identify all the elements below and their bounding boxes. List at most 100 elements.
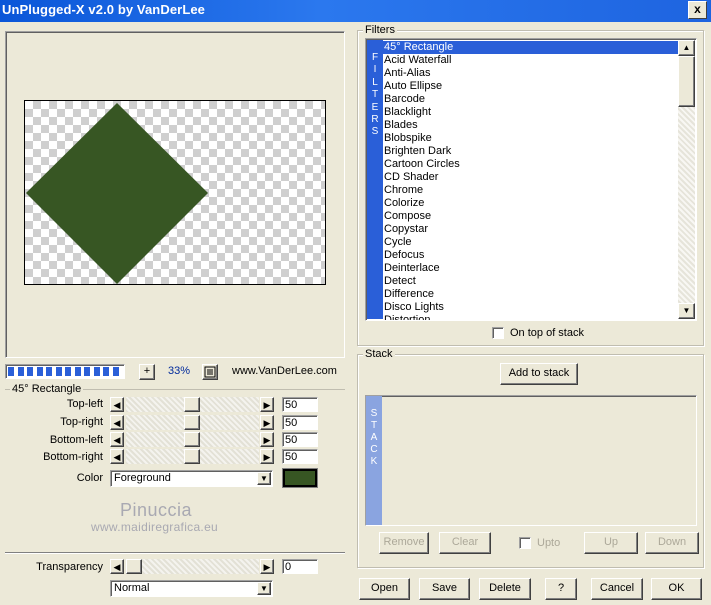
- arrow-right-icon[interactable]: ▶: [260, 415, 274, 430]
- slider-thumb[interactable]: [126, 559, 142, 574]
- filter-list-item[interactable]: Brighten Dark: [383, 145, 679, 158]
- filter-list-item[interactable]: Chrome: [383, 184, 679, 197]
- scroll-down-icon[interactable]: ▼: [678, 303, 695, 319]
- arrow-right-icon[interactable]: ▶: [260, 449, 274, 464]
- color-swatch[interactable]: [282, 468, 318, 488]
- slider-thumb[interactable]: [184, 415, 200, 430]
- bottom-right-value[interactable]: 50: [282, 449, 318, 464]
- filters-band: FILTERS: [367, 40, 383, 319]
- slider-label: Bottom-left: [49, 434, 103, 446]
- chevron-down-icon[interactable]: ▼: [257, 582, 271, 595]
- color-select-value: Foreground: [114, 472, 171, 484]
- upto-checkbox[interactable]: [519, 537, 531, 549]
- ok-button[interactable]: OK: [651, 578, 702, 600]
- filter-list-item[interactable]: Cartoon Circles: [383, 158, 679, 171]
- watermark-url: www.maidiregrafica.eu: [91, 520, 219, 534]
- filter-list-item[interactable]: Copystar: [383, 223, 679, 236]
- bottom-left-slider[interactable]: ◀ ▶: [110, 432, 275, 447]
- stack-band-letter: T: [370, 420, 378, 431]
- arrow-right-icon[interactable]: ▶: [260, 432, 274, 447]
- filters-list[interactable]: FILTERS 45° Rectangle Acid Waterfall Anti-…: [365, 38, 697, 321]
- filter-list-item[interactable]: 45° Rectangle: [383, 41, 679, 54]
- watermark-title: Pinuccia: [120, 500, 193, 520]
- filter-list-item[interactable]: Colorize: [383, 197, 679, 210]
- zoom-level: 33%: [167, 365, 191, 377]
- preview-canvas[interactable]: [24, 100, 326, 285]
- progress-segment: [84, 367, 90, 376]
- filters-scrollbar[interactable]: ▲ ▼: [678, 40, 695, 319]
- filter-list-item[interactable]: CD Shader: [383, 171, 679, 184]
- blend-mode-select[interactable]: Normal ▼: [110, 580, 273, 597]
- filter-list-item[interactable]: Deinterlace: [383, 262, 679, 275]
- slider-thumb[interactable]: [184, 397, 200, 412]
- render-progress-bar: [5, 364, 125, 379]
- progress-segment: [103, 367, 109, 376]
- arrow-left-icon[interactable]: ◀: [110, 397, 124, 412]
- add-to-stack-button[interactable]: Add to stack: [500, 363, 578, 385]
- slider-thumb[interactable]: [184, 432, 200, 447]
- down-button[interactable]: Down: [645, 532, 699, 554]
- filter-list-item[interactable]: Cycle: [383, 236, 679, 249]
- close-button[interactable]: x: [688, 1, 707, 19]
- filter-list-item[interactable]: Compose: [383, 210, 679, 223]
- arrow-right-icon[interactable]: ▶: [260, 559, 274, 574]
- filter-list-item[interactable]: Auto Ellipse: [383, 80, 679, 93]
- top-right-slider[interactable]: ◀ ▶: [110, 415, 275, 430]
- filter-list-item[interactable]: Blacklight: [383, 106, 679, 119]
- arrow-left-icon[interactable]: ◀: [110, 415, 124, 430]
- filter-list-item[interactable]: Blobspike: [383, 132, 679, 145]
- filters-band-letter: R: [371, 114, 379, 126]
- arrow-left-icon[interactable]: ◀: [110, 559, 124, 574]
- bottom-left-value[interactable]: 50: [282, 432, 318, 447]
- open-button[interactable]: Open: [359, 578, 410, 600]
- parameters-title: 45° Rectangle: [10, 383, 84, 395]
- arrow-left-icon[interactable]: ◀: [110, 432, 124, 447]
- website-link[interactable]: www.VanDerLee.com: [232, 365, 337, 377]
- filter-list-item[interactable]: Detect: [383, 275, 679, 288]
- slider-label: Top-right: [60, 416, 103, 428]
- progress-segment: [55, 367, 62, 376]
- top-left-slider[interactable]: ◀ ▶: [110, 397, 275, 412]
- clear-button[interactable]: Clear: [439, 532, 491, 554]
- filter-list-item[interactable]: Defocus: [383, 249, 679, 262]
- filter-list-item[interactable]: Difference: [383, 288, 679, 301]
- bottom-right-slider[interactable]: ◀ ▶: [110, 449, 275, 464]
- filters-title: Filters: [363, 24, 397, 36]
- remove-button[interactable]: Remove: [379, 532, 429, 554]
- filter-list-item[interactable]: Anti-Alias: [383, 67, 679, 80]
- stack-list[interactable]: STACK: [365, 395, 697, 526]
- top-left-value[interactable]: 50: [282, 397, 318, 412]
- chevron-down-icon[interactable]: ▼: [257, 472, 271, 485]
- slider-thumb[interactable]: [184, 449, 200, 464]
- top-right-value[interactable]: 50: [282, 415, 318, 430]
- upto-label: Upto: [537, 537, 561, 549]
- cancel-button[interactable]: Cancel: [591, 578, 643, 600]
- help-button[interactable]: ?: [545, 578, 577, 600]
- filters-band-letter: S: [371, 126, 379, 138]
- delete-button[interactable]: Delete: [479, 578, 531, 600]
- arrow-left-icon[interactable]: ◀: [110, 449, 124, 464]
- progress-segment: [17, 367, 24, 376]
- transparency-value[interactable]: 0: [282, 559, 318, 574]
- slider-label: Bottom-right: [43, 451, 103, 463]
- transparency-slider[interactable]: ◀ ▶: [110, 559, 275, 574]
- scroll-up-icon[interactable]: ▲: [678, 40, 695, 56]
- filter-list-item[interactable]: Disco Lights: [383, 301, 679, 314]
- calculator-icon[interactable]: [202, 364, 218, 380]
- filter-list-item[interactable]: Blades: [383, 119, 679, 132]
- filter-list-item[interactable]: Acid Waterfall: [383, 54, 679, 67]
- progress-segment: [112, 367, 119, 376]
- on-top-checkbox[interactable]: [492, 327, 504, 339]
- scroll-thumb[interactable]: [678, 56, 695, 107]
- filters-band-letter: F: [371, 52, 379, 63]
- arrow-right-icon[interactable]: ▶: [260, 397, 274, 412]
- filter-list-item[interactable]: Distortion: [383, 314, 679, 320]
- color-select[interactable]: Foreground ▼: [110, 470, 273, 487]
- title-bar: UnPlugged-X v2.0 by VanDerLee x: [0, 0, 711, 22]
- save-button[interactable]: Save: [419, 578, 470, 600]
- window-title: UnPlugged-X v2.0 by VanDerLee: [2, 2, 206, 17]
- zoom-in-button[interactable]: +: [139, 364, 155, 380]
- progress-segment: [27, 367, 33, 376]
- filter-list-item[interactable]: Barcode: [383, 93, 679, 106]
- up-button[interactable]: Up: [584, 532, 638, 554]
